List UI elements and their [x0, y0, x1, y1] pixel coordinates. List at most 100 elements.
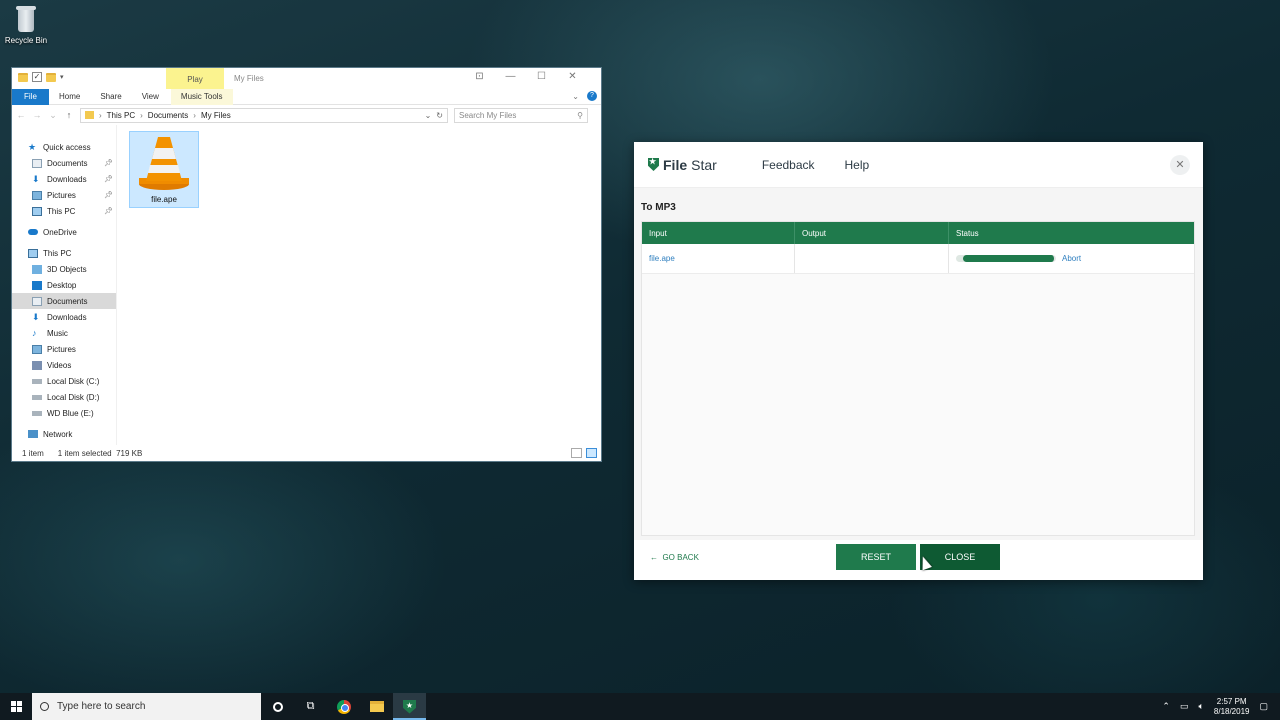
recycle-bin-shortcut[interactable]: Recycle Bin	[4, 6, 48, 45]
windows-logo-icon	[10, 701, 22, 712]
nav-local-disk-d[interactable]: Local Disk (D:)	[12, 389, 116, 405]
pin-icon: 📌︎	[104, 176, 113, 183]
recycle-bin-label: Recycle Bin	[4, 36, 48, 45]
help-icon[interactable]: ?	[587, 91, 597, 101]
nav-this-pc[interactable]: This PC	[12, 245, 116, 261]
large-icons-view-button[interactable]	[586, 448, 597, 458]
tab-file[interactable]: File	[12, 88, 49, 105]
minimize-button[interactable]: —	[495, 71, 526, 82]
nav-wd-blue-e[interactable]: WD Blue (E:)	[12, 405, 116, 421]
file-list: file.ape	[117, 125, 601, 445]
task-heading: To MP3	[641, 202, 676, 213]
documents-icon	[32, 296, 42, 306]
address-dropdown-icon[interactable]: ⌄	[425, 111, 432, 120]
up-arrow-icon[interactable]: ↑	[64, 110, 74, 120]
new-folder-icon[interactable]	[46, 72, 56, 82]
cortana-button[interactable]	[261, 693, 294, 720]
network-icon[interactable]: ▭	[1180, 701, 1189, 712]
column-input: Input	[642, 222, 795, 244]
nav-qa-documents[interactable]: Documents 📌︎	[12, 155, 116, 171]
nav-music[interactable]: ♪ Music	[12, 325, 116, 341]
start-button[interactable]	[0, 693, 32, 720]
customize-toolbar-icon[interactable]: ▾	[60, 73, 64, 81]
go-back-button[interactable]: ← GO BACK	[650, 553, 699, 562]
properties-icon[interactable]: ✓	[32, 72, 42, 82]
close-button[interactable]: CLOSE	[920, 544, 1000, 570]
task-view-icon: ⧉	[306, 700, 315, 712]
nav-onedrive[interactable]: OneDrive	[12, 224, 116, 240]
window-controls: ⊡ — ☐ ✕	[464, 71, 588, 82]
nav-qa-downloads[interactable]: ⬇ Downloads 📌︎	[12, 171, 116, 187]
chevron-up-icon[interactable]: ⌃	[1162, 701, 1170, 712]
nav-qa-this-pc[interactable]: This PC 📌︎	[12, 203, 116, 219]
folder-icon	[18, 72, 28, 82]
address-bar[interactable]: › This PC › Documents › My Files ⌄ ↻	[80, 107, 448, 123]
details-view-button[interactable]	[571, 448, 582, 458]
desktop-icon	[32, 280, 42, 290]
filestar-taskbar-button[interactable]: ★	[393, 693, 426, 720]
documents-icon	[32, 158, 42, 168]
nav-local-disk-c[interactable]: Local Disk (C:)	[12, 373, 116, 389]
nav-quick-access[interactable]: ★ Quick access	[12, 139, 116, 155]
play-context-tab[interactable]: Play	[166, 68, 224, 89]
explorer-window-title: My Files	[234, 74, 264, 83]
nav-3d-objects[interactable]: 3D Objects	[12, 261, 116, 277]
nav-qa-pictures[interactable]: Pictures 📌︎	[12, 187, 116, 203]
nav-documents[interactable]: Documents	[12, 293, 116, 309]
drive-icon	[32, 378, 42, 384]
close-button[interactable]: ✕	[557, 71, 588, 82]
breadcrumb-my-files[interactable]: My Files	[201, 111, 231, 120]
task-view-button[interactable]: ⧉	[294, 693, 327, 720]
item-count: 1 item	[22, 448, 44, 458]
recycle-bin-icon	[15, 6, 37, 32]
breadcrumb-documents[interactable]: Documents	[148, 111, 188, 120]
pin-icon: 📌︎	[104, 192, 113, 199]
clock[interactable]: 2:57 PM 8/18/2019	[1214, 697, 1250, 717]
explorer-title-bar: ✓ ▾ Play My Files ⊡ — ☐ ✕	[12, 68, 601, 89]
download-icon: ⬇	[32, 311, 40, 322]
taskbar: Type here to search ⧉ ★ ⌃ ▭ 🔈︎ 2:57 PM 8…	[0, 693, 1280, 720]
conversion-table: Input Output Status file.ape Abort	[641, 221, 1195, 536]
nav-network[interactable]: Network	[12, 426, 116, 442]
explorer-taskbar-button[interactable]	[360, 693, 393, 720]
recent-dropdown-icon[interactable]: ⌄	[48, 110, 58, 121]
progress-fill	[963, 255, 1055, 262]
feedback-link[interactable]: Feedback	[762, 158, 815, 172]
pin-icon: 📌︎	[104, 208, 113, 215]
notification-icon[interactable]: ▢	[1259, 701, 1268, 712]
file-item[interactable]: file.ape	[129, 131, 199, 208]
drive-icon	[32, 394, 42, 400]
status-cell: Abort	[949, 244, 1194, 273]
maximize-button[interactable]: ☐	[526, 71, 557, 82]
nav-videos[interactable]: Videos	[12, 357, 116, 373]
filestar-body: To MP3 Input Output Status file.ape Abor…	[634, 188, 1203, 540]
nav-pictures[interactable]: Pictures	[12, 341, 116, 357]
search-icon: ⚲	[577, 110, 583, 120]
filestar-window: FileStar Feedback Help ✕ To MP3 Input Ou…	[634, 142, 1203, 580]
tab-view[interactable]: View	[132, 92, 169, 101]
cortana-icon	[272, 701, 283, 712]
taskbar-search-placeholder: Type here to search	[57, 701, 146, 712]
refresh-icon[interactable]: ↻	[436, 111, 443, 120]
nav-downloads[interactable]: ⬇ Downloads	[12, 309, 116, 325]
breadcrumb-this-pc[interactable]: This PC	[107, 111, 135, 120]
chrome-taskbar-button[interactable]	[327, 693, 360, 720]
cast-icon[interactable]: ⊡	[464, 71, 495, 82]
search-input[interactable]: Search My Files ⚲	[454, 107, 588, 123]
reset-button[interactable]: RESET	[836, 544, 916, 570]
help-link[interactable]: Help	[845, 158, 870, 172]
volume-icon[interactable]: 🔈︎	[1198, 701, 1203, 712]
tab-music-tools[interactable]: Music Tools	[170, 88, 233, 105]
shield-star-icon	[648, 158, 659, 171]
tab-home[interactable]: Home	[49, 92, 90, 101]
forward-arrow-icon[interactable]: →	[32, 110, 42, 120]
nav-desktop[interactable]: Desktop	[12, 277, 116, 293]
close-icon[interactable]: ✕	[1170, 155, 1190, 175]
input-file-link[interactable]: file.ape	[649, 254, 675, 263]
back-arrow-icon[interactable]: ←	[16, 110, 26, 120]
explorer-status-bar: 1 item 1 item selected 719 KB	[12, 445, 601, 461]
taskbar-search[interactable]: Type here to search	[32, 693, 261, 720]
abort-link[interactable]: Abort	[1062, 254, 1081, 263]
tab-share[interactable]: Share	[90, 92, 131, 101]
expand-ribbon-icon[interactable]: ⌄	[572, 92, 579, 101]
